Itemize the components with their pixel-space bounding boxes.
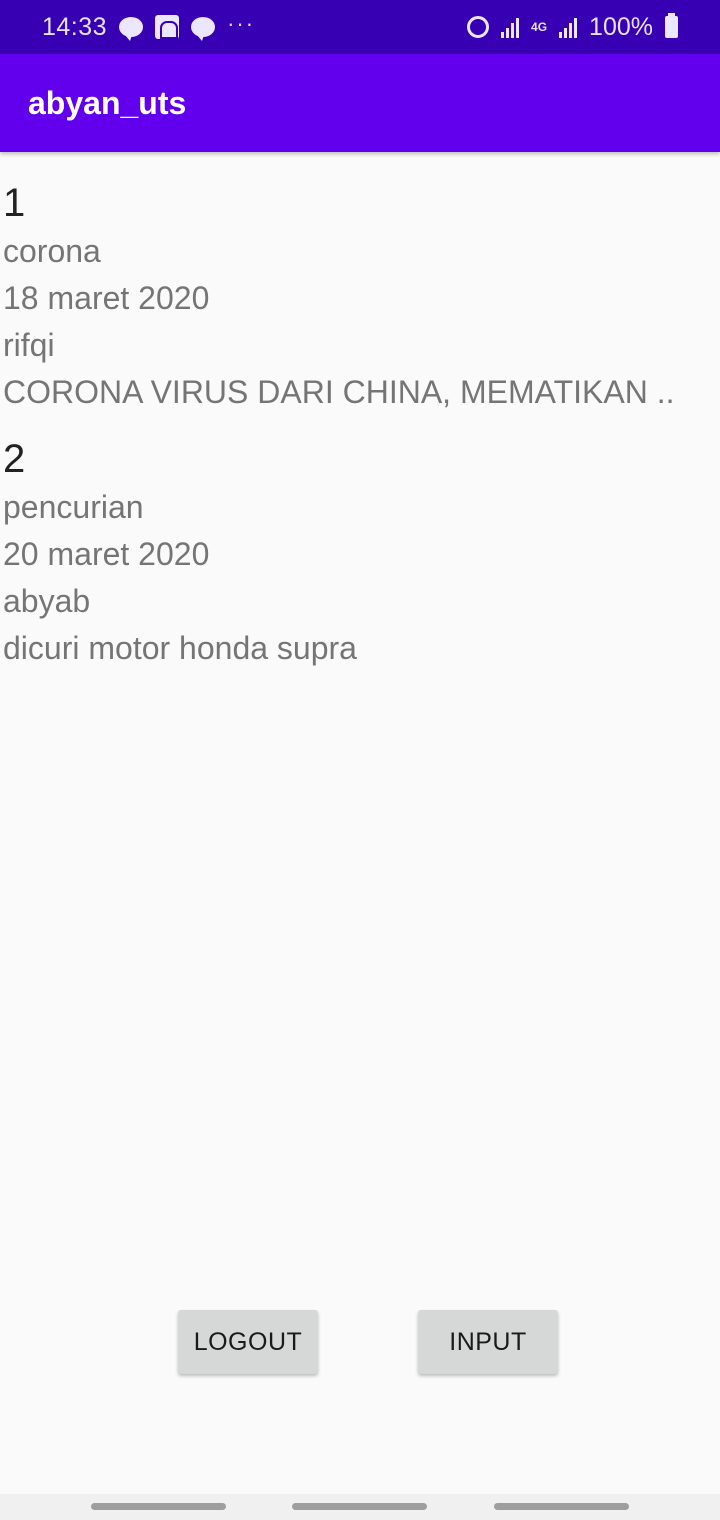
signal-icon bbox=[559, 16, 578, 38]
status-bar: 14:33 ··· 4G 100% bbox=[0, 0, 720, 54]
entry-date: 20 maret 2020 bbox=[3, 536, 210, 572]
home-gesture[interactable] bbox=[292, 1503, 427, 1510]
input-button[interactable]: INPUT bbox=[418, 1310, 558, 1374]
status-right: 4G 100% bbox=[467, 13, 678, 42]
entry-id: 2 bbox=[3, 437, 26, 481]
battery-icon bbox=[665, 13, 678, 38]
line-icon bbox=[191, 17, 216, 41]
entry-content: CORONA VIRUS DARI CHINA, MEMATIKAN .. bbox=[3, 374, 675, 410]
signal-icon bbox=[501, 16, 520, 38]
list-item[interactable]: 2 pencurian 20 maret 2020 abyab dicuri m… bbox=[3, 434, 718, 672]
button-row: LOGOUT INPUT bbox=[0, 1310, 720, 1374]
entry-title: pencurian bbox=[3, 489, 144, 525]
entry-date: 18 maret 2020 bbox=[3, 280, 210, 316]
entry-id: 1 bbox=[3, 181, 26, 225]
recent-apps-gesture[interactable] bbox=[91, 1503, 226, 1510]
list-item[interactable]: 1 corona 18 maret 2020 rifqi CORONA VIRU… bbox=[3, 178, 718, 416]
entry-list: 1 corona 18 maret 2020 rifqi CORONA VIRU… bbox=[3, 178, 718, 690]
battery-percentage: 100% bbox=[589, 12, 653, 41]
app-title: abyan_uts bbox=[28, 84, 187, 121]
navigation-bar bbox=[0, 1494, 720, 1520]
more-notifications-icon: ··· bbox=[227, 11, 256, 36]
status-time: 14:33 bbox=[42, 12, 108, 41]
app-bar: abyan_uts bbox=[0, 54, 720, 152]
line-icon bbox=[119, 17, 144, 41]
status-left: 14:33 ··· bbox=[42, 11, 256, 42]
mosque-icon bbox=[155, 15, 180, 39]
network-type-label: 4G bbox=[531, 19, 548, 34]
entry-content: dicuri motor honda supra bbox=[3, 630, 357, 666]
entry-title: corona bbox=[3, 233, 101, 269]
logout-button[interactable]: LOGOUT bbox=[178, 1310, 318, 1374]
back-gesture[interactable] bbox=[494, 1503, 629, 1510]
alarm-icon bbox=[467, 16, 490, 38]
entry-author: rifqi bbox=[3, 327, 55, 363]
entry-author: abyab bbox=[3, 583, 91, 619]
